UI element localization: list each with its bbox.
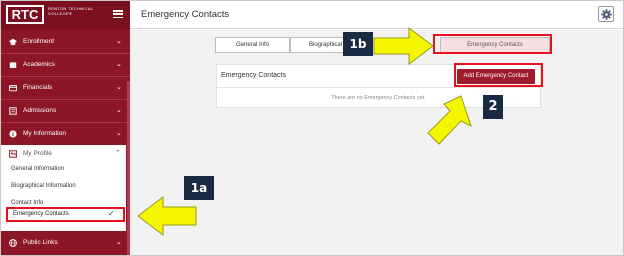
sidebar-subitem-biographical-information[interactable]: Biographical Information xyxy=(11,183,76,189)
page-title: Emergency Contacts xyxy=(141,9,230,20)
id-card-icon xyxy=(9,150,17,158)
highlight-box-tab xyxy=(433,34,552,54)
form-icon xyxy=(9,107,17,115)
arrow-1b-icon xyxy=(373,27,434,65)
logo-college-name: RENTON TECHNICAL COLLEGE® xyxy=(48,6,94,16)
logo[interactable]: RTC xyxy=(6,5,44,24)
sidebar-item-enrollment[interactable]: Enrollment ⌄ xyxy=(1,31,130,53)
globe-icon xyxy=(9,239,17,247)
chevron-down-icon: ⌄ xyxy=(116,239,122,246)
sidebar-item-label: My Information xyxy=(23,130,66,137)
divider xyxy=(217,87,540,88)
sidebar-item-financials[interactable]: Financials ⌄ xyxy=(1,77,130,99)
brand-bar: RTC RENTON TECHNICAL COLLEGE® xyxy=(1,1,130,29)
sidebar-item-public-links[interactable]: Public Links ⌄ xyxy=(1,232,130,254)
book-icon xyxy=(9,62,17,69)
my-profile-panel: My Profile ⌃ General Information Biograp… xyxy=(1,145,126,231)
chevron-down-icon: ⌄ xyxy=(116,130,122,137)
sidebar-subitem-general-information[interactable]: General Information xyxy=(11,166,64,172)
callout-1b: 1b xyxy=(343,32,373,56)
sidebar-item-my-profile[interactable]: My Profile ⌃ xyxy=(1,145,126,163)
graduation-cap-icon xyxy=(9,38,17,46)
sidebar-item-academics[interactable]: Academics ⌄ xyxy=(1,54,130,76)
callout-1a: 1a xyxy=(184,176,214,200)
sidebar-item-label: Admissions xyxy=(23,107,57,114)
hamburger-menu-icon[interactable] xyxy=(113,10,123,19)
chevron-down-icon: ⌄ xyxy=(116,38,122,45)
settings-button[interactable] xyxy=(598,6,614,22)
sidebar-item-label: Financials xyxy=(23,84,53,91)
arrow-2-icon xyxy=(427,95,472,145)
sidebar-subitem-contact-info[interactable]: Contact Info xyxy=(11,200,43,206)
card-title: Emergency Contacts xyxy=(221,72,286,79)
sidebar-item-label: Public Links xyxy=(23,239,58,246)
chevron-up-icon: ⌃ xyxy=(115,150,121,157)
checkmark-icon: ✓ xyxy=(108,209,115,218)
sidebar-subitem-emergency-contacts[interactable]: Emergency Contacts ✓ xyxy=(6,207,125,222)
info-icon xyxy=(9,130,17,138)
page-header: Emergency Contacts xyxy=(130,1,623,29)
sidebar-item-my-information[interactable]: My Information ⌄ xyxy=(1,123,130,145)
sidebar-item-admissions[interactable]: Admissions ⌄ xyxy=(1,100,130,122)
gear-icon xyxy=(601,9,612,20)
sidebar: RTC RENTON TECHNICAL COLLEGE® Enrollment… xyxy=(1,1,130,255)
callout-2: 2 xyxy=(483,95,503,119)
arrow-1a-icon xyxy=(137,196,197,236)
chevron-down-icon: ⌄ xyxy=(116,107,122,114)
highlight-box-add-button xyxy=(454,63,543,87)
sidebar-item-label: Enrollment xyxy=(23,38,55,45)
sidebar-subitem-label: Emergency Contacts xyxy=(13,211,69,217)
sidebar-item-label: Academics xyxy=(23,61,55,68)
sidebar-item-label: My Profile xyxy=(23,150,52,157)
credit-card-icon xyxy=(9,85,17,92)
chevron-down-icon: ⌄ xyxy=(116,61,122,68)
tab-general-info[interactable]: General Info xyxy=(215,37,290,53)
chevron-down-icon: ⌄ xyxy=(116,84,122,91)
